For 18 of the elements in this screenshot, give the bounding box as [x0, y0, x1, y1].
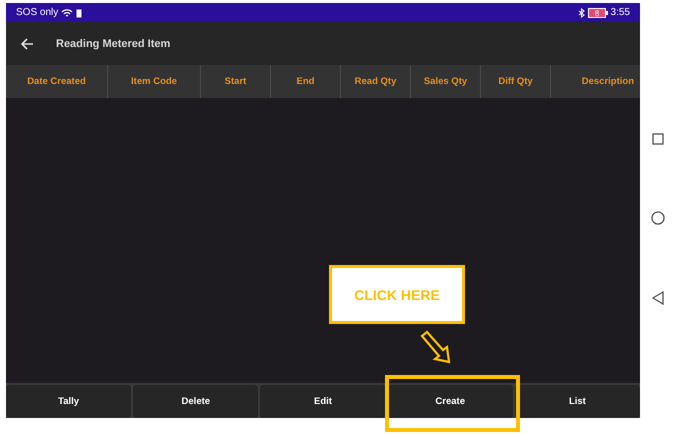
battery-icon [76, 8, 82, 18]
action-button[interactable]: Edit [260, 385, 386, 418]
recents-icon[interactable] [652, 133, 664, 145]
callout-box: CLICK HERE [329, 265, 465, 324]
column-header: Description [580, 75, 635, 89]
action-button[interactable]: List [514, 385, 640, 418]
carrier-text: SOS only [16, 7, 58, 18]
home-icon[interactable] [650, 211, 664, 225]
back-icon[interactable] [652, 291, 664, 305]
wifi-icon [61, 8, 74, 18]
action-button[interactable]: Tally [6, 385, 132, 418]
battery-icon: 8 [588, 8, 608, 18]
bluetooth-icon [578, 8, 585, 18]
screen-title: Reading Metered Item [56, 38, 170, 50]
action-button[interactable]: Create [388, 385, 513, 418]
back-arrow-icon[interactable] [20, 38, 34, 50]
clock-text: 3:55 [610, 7, 630, 18]
action-button[interactable]: Delete [133, 385, 258, 418]
